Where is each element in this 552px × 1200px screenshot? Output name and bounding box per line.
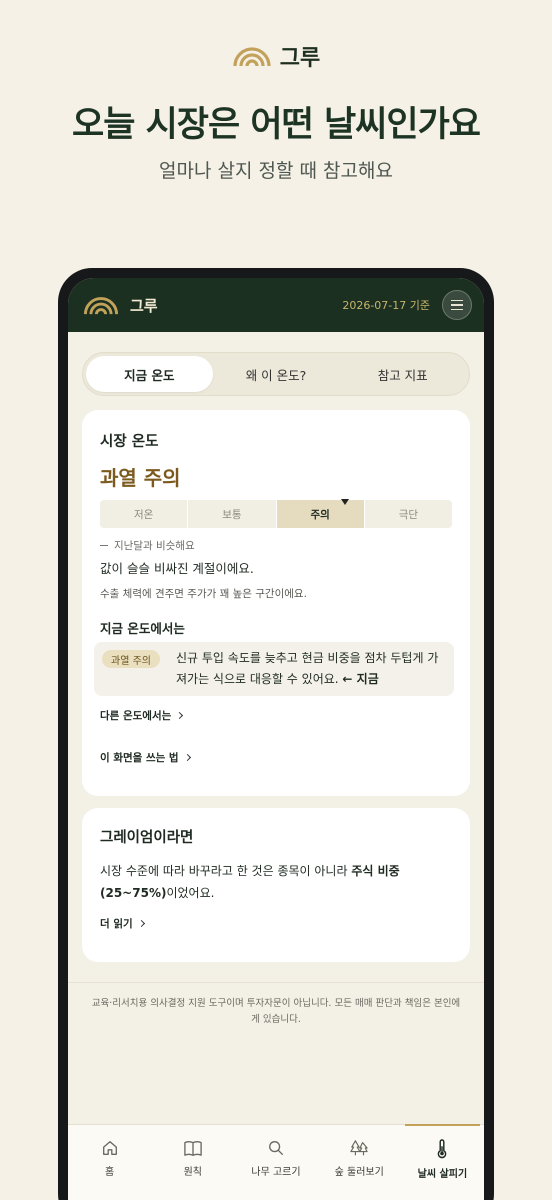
app-screen: 그루 2026-07-17 기준 지금 온도 왜 이 온도? 참고 지표 시장 …	[68, 278, 484, 1200]
temperature-value: 과열 주의	[100, 466, 181, 490]
nav-label: 날씨 살피기	[417, 1169, 468, 1180]
action-box: 과열 주의 신규 투입 속도를 늦추고 현금 비중을 점차 두텁게 가져가는 식…	[94, 642, 454, 696]
brand-name: 그루	[279, 46, 321, 71]
nav-label: 나무 고르기	[251, 1167, 301, 1178]
reference-date: 2026-07-17 기준	[342, 299, 430, 312]
now-indicator: ← 지금	[342, 672, 379, 686]
graham-text-suffix: 이었어요.	[166, 886, 215, 900]
nav-label: 홈	[105, 1167, 115, 1178]
app-name: 그루	[130, 296, 158, 315]
chevron-right-icon	[183, 753, 191, 762]
app-header: 그루 2026-07-17 기준	[68, 278, 484, 332]
graham-text: 시장 수준에 따라 바꾸라고 한 것은 종목이 아니라 주식 비중 (25~75…	[100, 860, 452, 904]
action-text: 신규 투입 속도를 늦추고 현금 비중을 점차 두텁게 가져가는 식으로 대응할…	[176, 648, 448, 690]
tab-reference-indicators[interactable]: 참고 지표	[339, 356, 466, 392]
other-temperature-link[interactable]: 다른 온도에서는	[100, 708, 184, 723]
market-temperature-card: 시장 온도 과열 주의 저온 보통 주의 극단 지난달과 비슷해요 값이 슬슬 …	[82, 410, 470, 796]
hamburger-line	[451, 308, 463, 311]
card-title: 시장 온도	[100, 434, 159, 450]
rainbow-logo-icon	[233, 47, 271, 67]
app-logo[interactable]: 그루	[82, 294, 158, 316]
home-icon	[102, 1141, 117, 1155]
temperature-detail: 수출 체력에 견주면 주가가 꽤 높은 구간이에요.	[100, 588, 307, 600]
scale-low: 저온	[100, 500, 189, 528]
brand: 그루	[0, 40, 552, 72]
hamburger-line	[451, 304, 463, 306]
temperature-scale: 저온 보통 주의 극단	[100, 499, 452, 528]
chevron-right-icon	[176, 711, 184, 720]
nav-home[interactable]: 홈	[68, 1125, 151, 1200]
bottom-nav: 홈 원칙 나무 고르기 숲 둘러보기 날씨 살피기	[68, 1124, 484, 1200]
search-icon	[269, 1141, 283, 1155]
nav-forest[interactable]: 숲 둘러보기	[318, 1125, 401, 1200]
nav-label: 숲 둘러보기	[334, 1167, 384, 1178]
section-title: 지금 온도에서는	[100, 621, 185, 636]
nav-principles[interactable]: 원칙	[151, 1125, 234, 1200]
other-temperature-label: 다른 온도에서는	[100, 710, 172, 722]
scale-caution: 주의	[276, 499, 365, 528]
card-title: 그레이엄이라면	[100, 830, 194, 846]
read-more-link[interactable]: 더 읽기	[100, 916, 145, 931]
read-more-label: 더 읽기	[100, 918, 133, 930]
howto-link[interactable]: 이 화면을 쓰는 법	[100, 750, 191, 765]
action-text-body: 신규 투입 속도를 늦추고 현금 비중을 점차 두텁게 가져가는 식으로 대응할…	[176, 651, 439, 686]
graham-text-prefix: 시장 수준에 따라 바꾸라고 한 것은 종목이 아니라	[100, 864, 352, 878]
book-icon	[184, 1141, 202, 1156]
hamburger-icon	[451, 299, 463, 302]
divider	[68, 982, 484, 983]
rainbow-logo-icon	[83, 297, 119, 315]
hero-title: 오늘 시장은 어떤 날씨인가요	[72, 105, 481, 145]
disclaimer: 교육·리서치용 의사결정 지원 도구이며 투자자문이 아닙니다. 모든 매매 판…	[91, 998, 461, 1025]
temperature-description: 값이 슬슬 비싸진 계절이에요.	[100, 561, 254, 576]
thermometer-icon	[438, 1139, 447, 1159]
tab-bar: 지금 온도 왜 이 온도? 참고 지표	[82, 352, 470, 396]
phone-frame: 그루 2026-07-17 기준 지금 온도 왜 이 온도? 참고 지표 시장 …	[58, 268, 494, 1200]
trend-text: 지난달과 비슷해요	[114, 540, 195, 552]
trend-note: 지난달과 비슷해요	[100, 538, 195, 553]
hero-subtitle: 얼마나 살지 정할 때 참고해요	[159, 160, 393, 182]
scale-caution-label: 주의	[310, 508, 330, 521]
current-marker-icon	[340, 499, 349, 505]
nav-pick-tree[interactable]: 나무 고르기	[234, 1125, 317, 1200]
howto-label: 이 화면을 쓰는 법	[100, 752, 179, 764]
tab-why-temperature[interactable]: 왜 이 온도?	[213, 356, 340, 392]
graham-card: 그레이엄이라면 시장 수준에 따라 바꾸라고 한 것은 종목이 아니라 주식 비…	[82, 808, 470, 962]
nav-weather[interactable]: 날씨 살피기	[401, 1124, 484, 1200]
chevron-right-icon	[137, 919, 145, 928]
dash-icon	[100, 544, 108, 547]
scale-extreme: 극단	[398, 508, 419, 521]
menu-button[interactable]	[442, 290, 472, 320]
trees-icon	[350, 1140, 368, 1156]
level-badge: 과열 주의	[102, 650, 160, 668]
scale-normal: 보통	[188, 500, 277, 528]
nav-label: 원칙	[183, 1167, 202, 1178]
tab-current-temperature[interactable]: 지금 온도	[86, 356, 213, 392]
